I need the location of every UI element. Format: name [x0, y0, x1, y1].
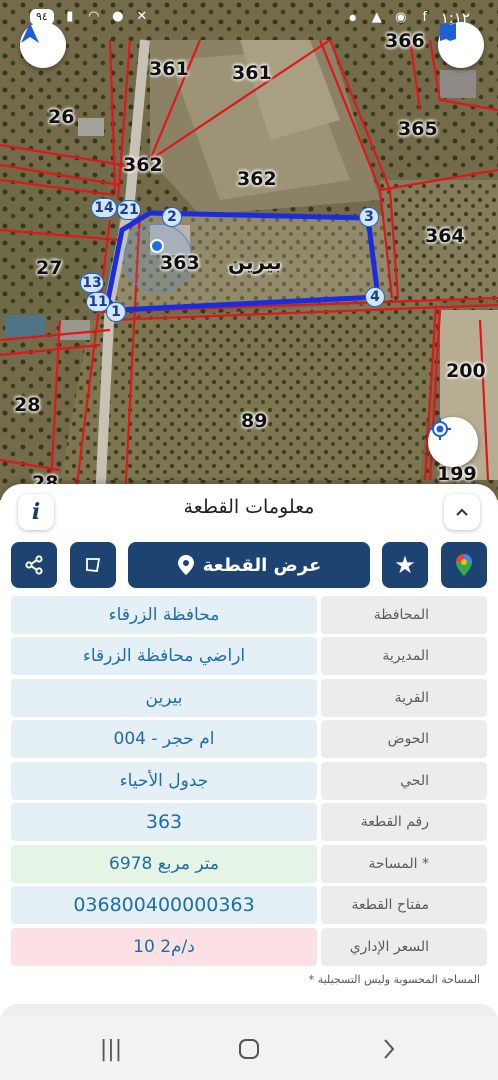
locate-icon — [429, 418, 451, 440]
row-label: السعر الإداري — [321, 928, 487, 966]
current-location-dot — [150, 239, 164, 253]
google-maps-button[interactable] — [441, 542, 487, 588]
system-nav-bar: ||| — [0, 1016, 498, 1080]
vertex-label-4: 4 — [365, 287, 385, 307]
parcel-label-364: 364 — [425, 225, 465, 247]
row-value: بيرين — [11, 679, 317, 717]
share-icon — [25, 555, 43, 575]
parcel-label-200: 200 — [446, 360, 486, 382]
row-label: الحي — [321, 762, 487, 800]
show-parcel-button[interactable]: DALEEL AQAR عرض القطعة — [128, 542, 370, 638]
vertex-label-14: 14 — [91, 198, 117, 218]
parcel-label-365: 365 — [398, 118, 438, 140]
vertex-label-11: 11 — [86, 292, 110, 312]
row-parcel-key: مفتاح القطعة 036800400000363 — [11, 886, 487, 924]
sheet-title: معلومات القطعة — [183, 496, 315, 518]
home-icon — [239, 1039, 259, 1059]
location-icon: ● — [112, 9, 124, 24]
parcel-label-361b: 361 — [232, 62, 272, 84]
row-value: 6978 متر مربع — [11, 845, 317, 883]
info-button[interactable]: i — [18, 494, 54, 530]
row-value: اراضي محافظة الزرقاء — [11, 637, 317, 675]
parcel-label-362a: 362 — [123, 154, 163, 176]
signal-icon: ▮ — [66, 9, 74, 24]
recent-apps-button[interactable]: ||| — [91, 1034, 131, 1064]
parcel-label-28: 28 — [14, 394, 41, 416]
row-directorate: المديرية اراضي محافظة الزرقاء — [11, 637, 487, 675]
google-maps-icon — [456, 554, 472, 576]
polygon-icon — [86, 558, 101, 572]
home-button[interactable] — [229, 1034, 269, 1064]
back-button[interactable] — [369, 1034, 409, 1064]
parcel-label-27: 27 — [36, 257, 63, 279]
star-icon: ★ — [394, 551, 416, 579]
clock: ١:١٢ — [440, 9, 470, 27]
row-value: ام حجر - 004 — [11, 720, 317, 758]
show-parcel-label: عرض القطعة — [202, 554, 322, 576]
row-value: محافظة الزرقاء — [11, 596, 317, 634]
row-value: 10 د/م2 — [11, 928, 317, 966]
collapse-button[interactable] — [444, 494, 480, 530]
row-label: رقم القطعة — [321, 803, 487, 841]
row-parcel-number: رقم القطعة 363 — [11, 803, 487, 841]
status-right: ● ▲ ◉ f ١:١٢ — [345, 9, 470, 27]
row-value: 363 — [11, 803, 317, 841]
back-icon — [384, 1039, 395, 1059]
draw-polygon-button[interactable] — [70, 542, 116, 588]
info-icon: i — [31, 499, 41, 525]
row-label: القرية — [321, 679, 487, 717]
satellite-map[interactable]: 361 361 366 26 365 362 362 364 27 363 89… — [0, 0, 498, 500]
whatsapp-icon: ◉ — [395, 10, 407, 25]
parcel-label-362b: 362 — [237, 168, 277, 190]
row-value: 036800400000363 — [11, 886, 317, 924]
parcel-label-26: 26 — [48, 106, 75, 128]
parcel-label-89: 89 — [241, 410, 268, 432]
status-left: ٩٤ ▮ ◠ ● ✕ — [30, 9, 150, 25]
row-district: الحي جدول الأحياء — [11, 762, 487, 800]
row-label: المساحة * — [321, 845, 487, 883]
area-footnote: * المساحة المحسوبة وليس التسجيلية — [308, 973, 480, 986]
wifi-icon: ◠ — [88, 9, 100, 24]
vertex-label-21: 21 — [117, 200, 141, 220]
row-village: القرية بيرين — [11, 679, 487, 717]
vertex-label-3: 3 — [359, 207, 379, 227]
app-screen: 361 361 366 26 365 362 362 364 27 363 89… — [0, 0, 498, 1080]
mute-icon: ✕ — [136, 9, 148, 24]
share-button[interactable] — [11, 542, 57, 588]
parcel-label-361a: 361 — [149, 58, 189, 80]
row-basin: الحوض ام حجر - 004 — [11, 720, 487, 758]
row-governorate: المحافظة محافظة الزرقاء — [11, 596, 487, 634]
map-pin-icon — [177, 555, 194, 575]
vertex-label-2: 2 — [162, 207, 182, 227]
row-label: المديرية — [321, 637, 487, 675]
row-value: جدول الأحياء — [11, 762, 317, 800]
chevron-up-icon — [456, 508, 468, 516]
parcel-label-363: 363 — [160, 252, 200, 274]
parcel-info-sheet: معلومات القطعة i DALEEL AQAR عرض القطعة … — [0, 484, 498, 1024]
status-bar: ٩٤ ▮ ◠ ● ✕ ● ▲ ◉ f ١:١٢ — [0, 0, 498, 36]
battery-indicator: ٩٤ — [30, 9, 54, 25]
dot-icon: ● — [349, 13, 357, 22]
snapchat-icon: ▲ — [371, 10, 382, 25]
row-area: المساحة * 6978 متر مربع — [11, 845, 487, 883]
row-label: المحافظة — [321, 596, 487, 634]
row-label: الحوض — [321, 720, 487, 758]
row-admin-price: السعر الإداري 10 د/م2 — [11, 928, 487, 966]
recent-apps-icon: ||| — [99, 1036, 123, 1062]
facebook-icon: f — [422, 10, 428, 25]
row-label: مفتاح القطعة — [321, 886, 487, 924]
village-map-label: بيرين — [228, 250, 282, 274]
vertex-label-13: 13 — [80, 273, 104, 293]
favorite-button[interactable]: ★ — [382, 542, 428, 588]
my-location-button[interactable] — [428, 417, 478, 467]
